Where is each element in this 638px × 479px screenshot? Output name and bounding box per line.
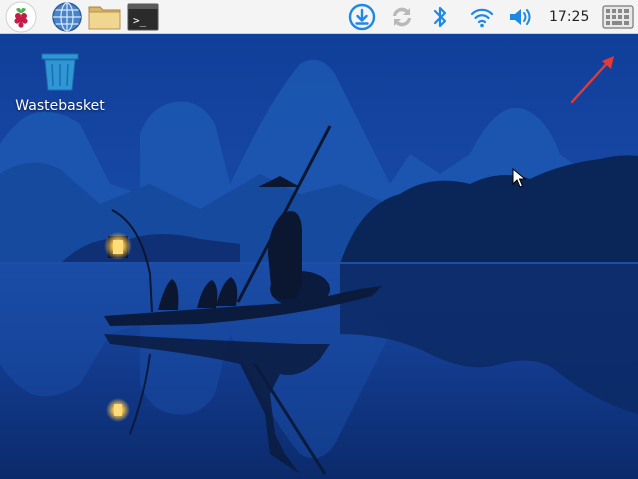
wastebasket-label: Wastebasket (15, 98, 105, 114)
taskbar: >_ 17:25 (0, 0, 638, 34)
file-manager-launcher[interactable] (88, 1, 122, 32)
folder-icon (88, 3, 122, 31)
wifi-tray-button[interactable] (468, 1, 496, 32)
trash-icon (38, 53, 82, 96)
raspberry-icon (5, 1, 37, 33)
wastebasket-desktop-icon[interactable]: Wastebasket (8, 48, 112, 114)
bluetooth-tray-button[interactable] (428, 1, 452, 32)
virtual-keyboard-button[interactable] (601, 1, 635, 32)
desktop[interactable]: Wastebasket (0, 34, 638, 479)
globe-icon (51, 1, 83, 33)
bluetooth-icon (431, 4, 449, 30)
terminal-glyph: >_ (133, 14, 147, 27)
mouse-pointer-icon (512, 167, 527, 192)
wifi-icon (469, 5, 495, 29)
updates-tray-button[interactable] (346, 1, 378, 32)
volume-tray-button[interactable] (506, 1, 534, 32)
sync-icon (388, 3, 416, 31)
vnc-tray-button[interactable] (386, 1, 418, 32)
main-menu-button[interactable] (3, 1, 39, 32)
keyboard-icon (602, 4, 634, 29)
clock[interactable]: 17:25 (549, 0, 589, 34)
speaker-icon (507, 5, 533, 29)
web-browser-launcher[interactable] (50, 1, 84, 32)
terminal-icon: >_ (127, 3, 159, 31)
download-icon (348, 3, 376, 31)
terminal-launcher[interactable]: >_ (126, 1, 160, 32)
annotation-arrow-icon (566, 52, 622, 112)
